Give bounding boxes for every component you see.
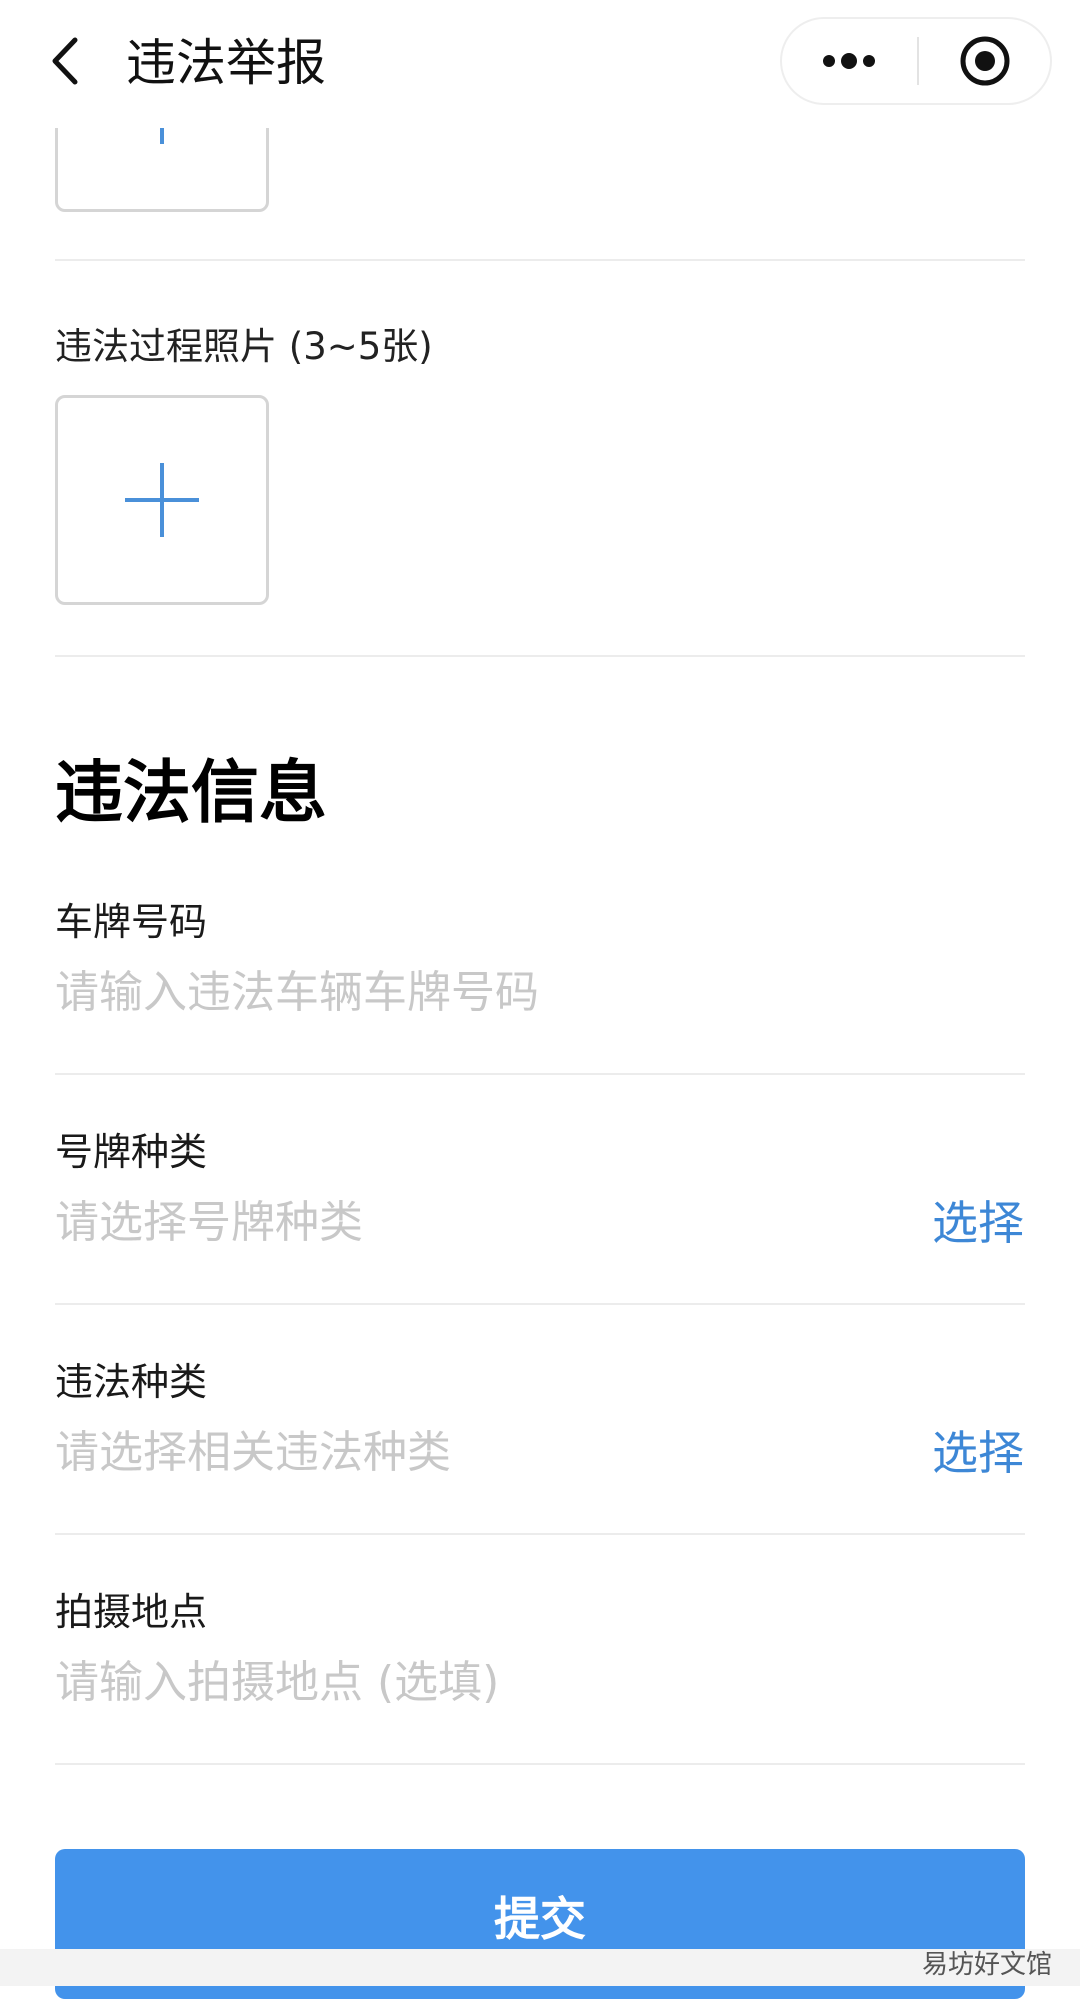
violation-type-select-button[interactable]: 选择: [932, 1421, 1024, 1485]
violation-type-label: 违法种类: [55, 1360, 208, 1404]
violation-type-placeholder[interactable]: 请选择相关违法种类: [55, 1421, 875, 1485]
field-divider: [55, 1763, 1025, 1765]
more-dots-icon: [823, 53, 875, 69]
page-title: 违法举报: [126, 34, 326, 92]
navigation-bar: 违法举报: [0, 0, 1080, 128]
process-photos-label: 违法过程照片 (3~5张): [55, 325, 433, 368]
shooting-location-input[interactable]: [55, 1651, 875, 1715]
plate-number-label: 车牌号码: [55, 900, 208, 944]
plate-type-label: 号牌种类: [55, 1130, 208, 1174]
upload-process-photo-box[interactable]: [55, 395, 269, 605]
bottom-strip: [0, 1949, 1080, 1986]
shooting-location-label: 拍摄地点: [55, 1590, 208, 1634]
more-button[interactable]: [782, 19, 916, 103]
field-divider: [55, 1533, 1025, 1535]
back-button[interactable]: [30, 26, 100, 96]
plus-icon: [125, 463, 199, 537]
field-divider: [55, 1073, 1025, 1075]
plate-type-placeholder[interactable]: 请选择号牌种类: [55, 1191, 875, 1255]
close-mini-program-button[interactable]: [919, 19, 1050, 103]
section-divider: [55, 259, 1025, 261]
mini-program-capsule: [780, 17, 1052, 105]
plate-type-select-button[interactable]: 选择: [932, 1191, 1024, 1255]
chevron-left-icon: [52, 37, 78, 85]
violation-info-title: 违法信息: [55, 754, 328, 833]
section-divider: [55, 655, 1025, 657]
target-circle-icon: [960, 36, 1009, 86]
watermark: 易坊好文馆: [921, 1950, 1052, 1980]
plate-number-input[interactable]: [55, 961, 875, 1025]
field-divider: [55, 1303, 1025, 1305]
